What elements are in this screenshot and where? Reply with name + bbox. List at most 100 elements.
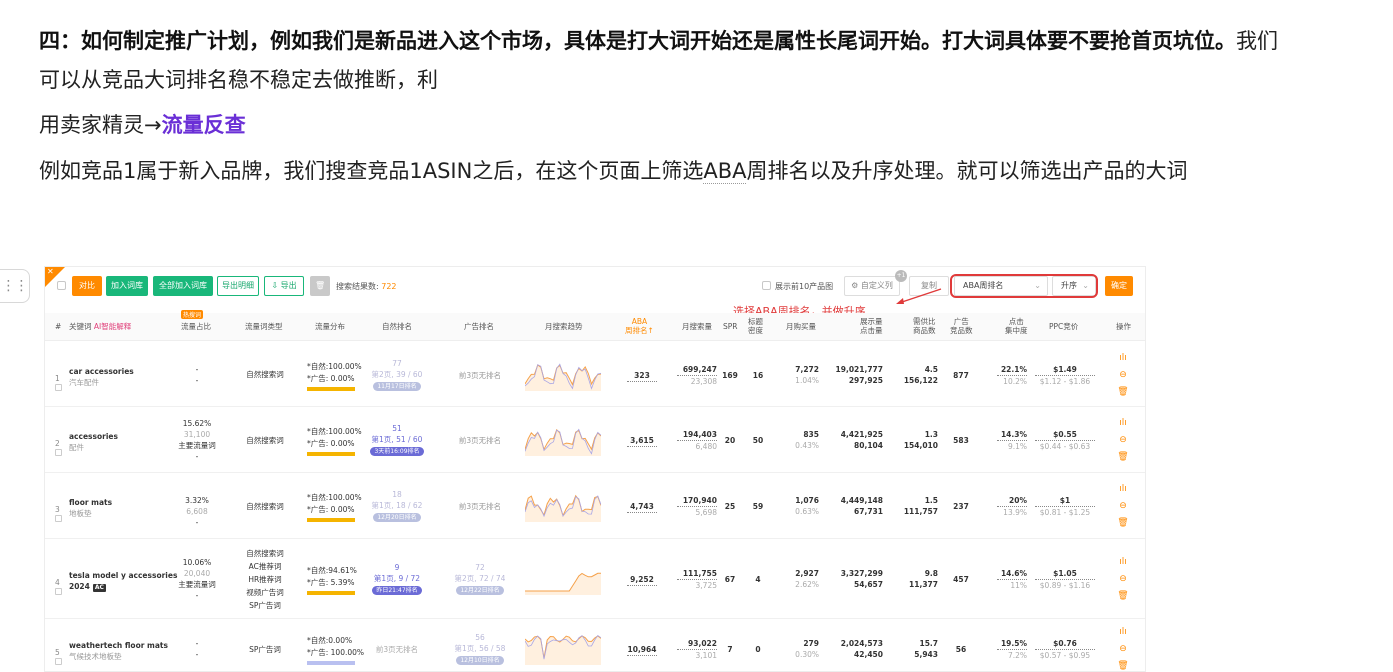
- organic-rank-pos[interactable]: 77: [367, 358, 427, 369]
- impressions-value: 2,024,573: [840, 639, 883, 648]
- keyword-text[interactable]: floor mats: [69, 497, 112, 508]
- col-keyword[interactable]: 关键词 AI智能解释: [69, 322, 131, 331]
- trend-cell: [525, 561, 602, 598]
- col-ad-rank[interactable]: 广告排名: [464, 322, 494, 331]
- daily-search-value: 5,698: [695, 508, 717, 517]
- hot-tag: 热搜词: [181, 310, 204, 319]
- col-ppc[interactable]: PPC竞价: [1049, 322, 1078, 331]
- add-lexicon-button[interactable]: 加入词库: [106, 276, 148, 296]
- traffic-type-item: SP广告词: [249, 644, 281, 654]
- row-checkbox[interactable]: [55, 383, 62, 391]
- keyword-translation: 地板垫: [69, 509, 92, 518]
- col-spr[interactable]: SPR: [723, 322, 738, 331]
- monthly-search-value[interactable]: 699,247: [677, 364, 717, 376]
- ops-cell: ılı ⊖ 🗑: [1116, 624, 1130, 671]
- col-monthly-buy[interactable]: 月购买量: [786, 322, 816, 331]
- click-conc-value: 14.6%: [997, 568, 1027, 580]
- ad-products-value: 583: [953, 436, 969, 445]
- traffic-reverse-link[interactable]: 流量反查: [162, 113, 246, 137]
- drag-handle[interactable]: ⋮⋮: [0, 269, 30, 303]
- col-title-density[interactable]: 标题 密度: [748, 317, 763, 335]
- select-all-checkbox[interactable]: [57, 281, 66, 290]
- col-click-concentration[interactable]: 点击 集中度: [1005, 317, 1028, 335]
- col-aba-rank[interactable]: ABA 周排名↑: [625, 317, 654, 335]
- trash-icon[interactable]: 🗑: [1116, 515, 1130, 532]
- chart-icon[interactable]: ılı: [1116, 624, 1130, 641]
- ad-rank-cell: 前3页无排名: [450, 435, 510, 446]
- traffic-dist-bar: [307, 386, 355, 391]
- col-organic-rank[interactable]: 自然排名: [382, 322, 412, 331]
- traffic-dist-bar: [307, 591, 355, 595]
- compare-button[interactable]: 对比: [72, 276, 102, 296]
- col-impressions[interactable]: 展示量 点击量: [860, 317, 883, 335]
- buy-rate-value: 0.30%: [795, 650, 819, 659]
- trash-icon[interactable]: 🗑: [1116, 384, 1130, 401]
- ad-share: *广告: 5.39%: [307, 578, 355, 587]
- ai-explain-tag[interactable]: AI智能解释: [94, 322, 131, 331]
- trash-icon[interactable]: 🗑: [1116, 588, 1130, 605]
- chart-icon[interactable]: ılı: [1116, 481, 1130, 498]
- paragraph-1: 四：如何制定推广计划，例如我们是新品进入这个市场，具体是打大词开始还是属性长尾词…: [39, 22, 1289, 100]
- ad-products-value: 457: [953, 575, 969, 584]
- col-traffic-share[interactable]: 流量占比: [181, 322, 211, 331]
- traffic-type-item: 自然搜索词: [246, 370, 284, 379]
- supply-ratio-value: 4.5: [924, 364, 938, 374]
- ad-rank-cell: 56 第1页, 56 / 58 12月10日排名: [450, 632, 510, 665]
- col-traffic-dist: 流量分布: [315, 322, 345, 331]
- trash-icon[interactable]: 🗑: [1116, 449, 1130, 466]
- keyword-text[interactable]: accessories: [69, 431, 118, 442]
- row-checkbox[interactable]: [55, 588, 62, 595]
- organic-share: *自然:100.00%: [307, 493, 362, 502]
- col-supply-ratio[interactable]: 需供比 商品数: [913, 317, 936, 335]
- col-ad-products[interactable]: 广告 竞品数: [950, 317, 973, 335]
- ad-rank-page: 第2页, 72 / 74: [454, 574, 506, 583]
- row-checkbox[interactable]: [55, 449, 62, 456]
- organic-rank-pos[interactable]: 51: [367, 423, 427, 434]
- add-all-lexicon-button[interactable]: 全部加入词库: [153, 276, 213, 296]
- show-top10-checkbox[interactable]: [762, 281, 771, 290]
- row-checkbox[interactable]: [55, 658, 62, 665]
- row-checkbox[interactable]: [55, 515, 62, 522]
- minus-circle-icon[interactable]: ⊖: [1116, 498, 1130, 515]
- minus-circle-icon[interactable]: ⊖: [1116, 571, 1130, 588]
- aba-rank-value: 10,964: [627, 645, 657, 656]
- col-monthly-search[interactable]: 月搜索量: [682, 322, 712, 331]
- chart-icon[interactable]: ılı: [1116, 415, 1130, 432]
- organic-rank-pos[interactable]: 9: [367, 562, 427, 573]
- monthly-buy-cell: 2,927 2.62%: [785, 568, 819, 590]
- product-count-value: 11,377: [909, 580, 938, 589]
- confirm-button[interactable]: 确定: [1105, 276, 1133, 296]
- click-conc-cell: 19.5% 7.2%: [997, 638, 1027, 661]
- trend-cell: [524, 422, 602, 459]
- minus-circle-icon[interactable]: ⊖: [1116, 432, 1130, 449]
- monthly-search-cell: 699,247 23,308: [677, 364, 717, 387]
- monthly-search-value[interactable]: 111,755: [677, 568, 717, 580]
- delete-button[interactable]: 🗑: [310, 276, 330, 296]
- ppc-value: $1.05: [1035, 568, 1095, 580]
- keyword-cell: car accessories 汽车配件: [69, 366, 134, 388]
- supply-cell: 15.7 5,943: [900, 638, 938, 660]
- organic-rank-pos[interactable]: 18: [367, 489, 427, 500]
- monthly-search-value[interactable]: 170,940: [677, 495, 717, 507]
- keyword-translation: 配件: [69, 443, 84, 452]
- click-conc-cell: 20% 13.9%: [997, 495, 1027, 518]
- monthly-search-value[interactable]: 194,403: [677, 429, 717, 441]
- keyword-text[interactable]: car accessories: [69, 366, 134, 377]
- trash-icon[interactable]: 🗑: [1116, 658, 1130, 671]
- minus-circle-icon[interactable]: ⊖: [1116, 641, 1130, 658]
- minus-circle-icon[interactable]: ⊖: [1116, 367, 1130, 384]
- export-detail-button[interactable]: 导出明细: [217, 276, 259, 296]
- ppc-range: $0.81 - $1.25: [1039, 508, 1091, 517]
- chart-icon[interactable]: ılı: [1116, 350, 1130, 367]
- custom-columns-button[interactable]: ⚙ 自定义列: [844, 276, 900, 296]
- monthly-search-value[interactable]: 93,022: [677, 638, 717, 650]
- monthly-buy-value: 2,927: [795, 569, 819, 578]
- chart-icon[interactable]: ılı: [1116, 554, 1130, 571]
- export-button[interactable]: ⇩ 导出: [264, 276, 304, 296]
- traffic-share-line: 3.32%: [185, 496, 209, 505]
- ac-badge: AC: [92, 584, 106, 592]
- traffic-dist-bar: [307, 518, 355, 522]
- ppc-cell: $1.49 $1.12 - $1.86: [1035, 364, 1095, 387]
- keyword-text[interactable]: weathertech floor mats: [69, 640, 168, 651]
- keyword-text[interactable]: tesla model y accessories: [69, 570, 177, 581]
